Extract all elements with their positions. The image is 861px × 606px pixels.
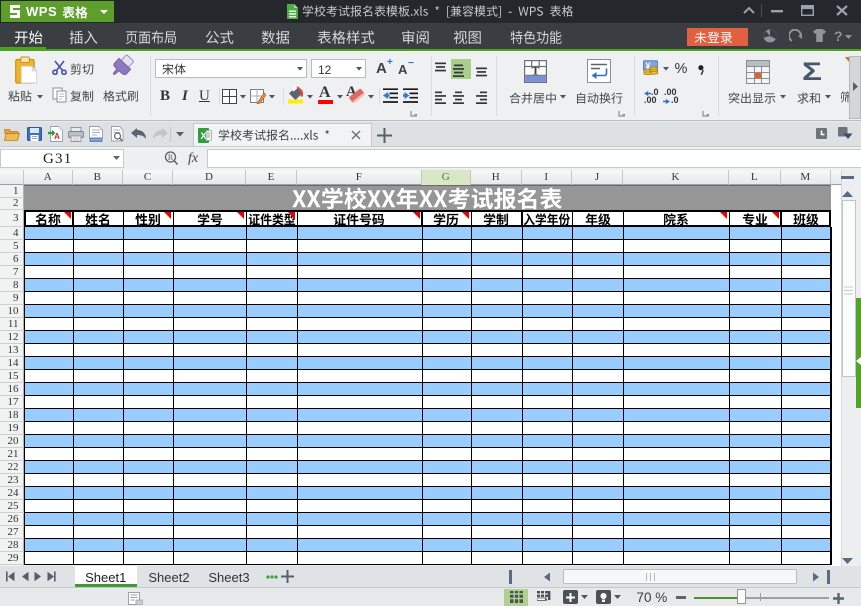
svg-text:R: R bbox=[168, 153, 174, 162]
svg-text:T: T bbox=[531, 64, 539, 78]
svg-text:Σ: Σ bbox=[802, 60, 822, 83]
